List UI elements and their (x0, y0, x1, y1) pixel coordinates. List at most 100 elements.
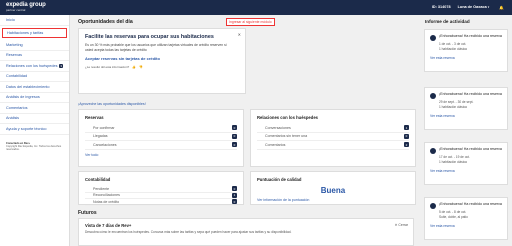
brand-subtitle: partner central (6, 8, 26, 12)
sidebar-item-label: Contabilidad (6, 74, 28, 79)
sidebar-item-label: Análisis de ingresos (6, 95, 40, 100)
view-booking-link[interactable]: Ver esta reserva (430, 169, 502, 173)
table-row[interactable]: Por confirmar 0 (85, 124, 237, 133)
activity-title: Informe de actividad (425, 19, 470, 24)
row-label: Reconciliaciones (93, 193, 120, 198)
activity-room: 1 habitación clásica (439, 47, 467, 51)
promo-card: ✕ Facilite las reservas para ocupar sus … (78, 28, 246, 94)
feedback-question: ¿Le resultó útil esta información? (85, 65, 130, 70)
count-badge: 1 (404, 125, 409, 131)
thumbs-up-icon[interactable]: 👍 (132, 65, 136, 69)
row-label: Llegadas (93, 134, 108, 139)
sidebar-item-label: Análisis (6, 116, 20, 121)
activity-dates: 17 de oct. - 19 de oct. (439, 155, 470, 159)
activity-item: ¡Enhorabuena! Ha recibido una reserva 5 … (424, 197, 508, 240)
close-button[interactable]: ✕ Cerrar (395, 223, 408, 227)
activity-item-title: ¡Enhorabuena! Ha recibido una reserva (439, 147, 502, 151)
topbar-right: ID: 314078 Luna de Oaxaca ▾ 🔔 (432, 5, 504, 10)
sidebar-item-label: Datos del establecimiento (6, 84, 50, 89)
activity-room: 1 habitación clásica (439, 160, 467, 164)
sidebar: Inicio Habitaciones y tarifas Marketing … (0, 15, 70, 246)
annotation-note: Ingresar al siguiente módulo (226, 18, 275, 26)
row-label: Por confirmar (93, 125, 115, 130)
property-id: ID: 314078 (431, 5, 451, 9)
accept-cards-link[interactable]: Aceptar reservas sin tarjetas de crédito (85, 56, 239, 61)
sidebar-item-label: Relaciones con los huéspedes (6, 63, 58, 68)
row-label: Notas de crédito (93, 199, 120, 204)
close-icon[interactable]: ✕ (238, 32, 241, 37)
score-info-link[interactable]: Ver información de la puntuación (257, 198, 409, 202)
activity-item-title: ¡Enhorabuena! Ha recibido una reserva (439, 202, 502, 206)
activity-room: 1 habitación clásica (439, 105, 467, 109)
property-selector[interactable]: Luna de Oaxaca ▾ (458, 5, 490, 10)
row-label: Cancelaciones (93, 142, 117, 147)
opportunities-link[interactable]: ¡Aproveche las oportunidades disponibles… (78, 102, 146, 106)
row-label: Comentarios (265, 142, 286, 147)
top-bar: expedia group partner central ID: 314078… (0, 0, 512, 15)
activity-dates: 29 de sept. - 30 de sept. (439, 100, 474, 104)
main-content: Oportunidades del día Ingresar al siguie… (70, 15, 420, 246)
sidebar-item-label: Reservas (6, 53, 23, 58)
table-row[interactable]: Cancelaciones 0 (85, 141, 237, 150)
activity-item: ¡Enhorabuena! Ha recibido una reserva 1 … (424, 29, 508, 72)
sidebar-item-relaciones[interactable]: Relaciones con los huéspedes 3 (0, 61, 69, 72)
thumbs-down-icon[interactable]: 👎 (139, 65, 143, 69)
count-badge: 0 (232, 125, 237, 131)
view-booking-link[interactable]: Ver esta reserva (430, 56, 502, 60)
activity-item-title: ¡Enhorabuena! Ha recibido una reserva (439, 92, 502, 96)
contabilidad-card: Contabilidad Pendiente 0 Reconciliaciones… (78, 171, 244, 206)
sidebar-item-ingresos[interactable]: Análisis de ingresos (0, 93, 69, 103)
view-booking-link[interactable]: Ver esta reserva (430, 224, 502, 228)
sidebar-item-inicio[interactable]: Inicio (0, 15, 69, 26)
promo-title: Facilite las reservas para ocupar sus ha… (85, 34, 214, 40)
sidebar-footer: Conectado en Rev+ Copyright Rev Expedia,… (6, 142, 64, 152)
view-all-link[interactable]: Ver todo (85, 153, 237, 157)
promo-text: Es un 30 % más probable que los usuarios… (85, 43, 227, 52)
booking-icon (430, 148, 436, 154)
activity-item: ¡Enhorabuena! Ha recibido una reserva 17… (424, 142, 508, 185)
count-badge: 2 (404, 142, 409, 148)
futuros-title: Vista de 7 días de Rev+ (85, 223, 132, 228)
relaciones-title: Relaciones con los huéspedes (257, 115, 318, 120)
quality-score: Buena (320, 186, 346, 195)
activity-dates: 1 de oct. - 3 de oct. (439, 42, 467, 46)
reservas-title: Reservas (85, 115, 104, 120)
table-row[interactable]: Comentarios sin tener una 0 (257, 133, 409, 141)
sidebar-item-contabilidad[interactable]: Contabilidad (0, 72, 69, 82)
activity-panel: Informe de actividad ¡Enhorabuena! Ha re… (420, 15, 512, 246)
row-label: Comentarios sin tener una (265, 134, 308, 139)
table-row[interactable]: Conversaciones 1 (257, 124, 409, 133)
contabilidad-title: Contabilidad (85, 177, 111, 182)
table-row[interactable]: Comentarios 2 (257, 141, 409, 150)
bell-icon[interactable]: 🔔 (499, 5, 504, 10)
calidad-card: Puntuación de calidad Buena Ver informac… (250, 171, 416, 205)
sidebar-item-analisis[interactable]: Análisis (0, 114, 69, 124)
table-row[interactable]: Notas de crédito 0 (85, 199, 237, 206)
sidebar-item-reservas[interactable]: Reservas (0, 51, 69, 61)
copyright: Copyright Rev Expedia, Inc. Todos los de… (6, 145, 62, 152)
brand-logo[interactable]: expedia group partner central (6, 2, 46, 12)
sidebar-item-habitaciones-tarifas[interactable]: Habitaciones y tarifas (2, 27, 67, 38)
sidebar-item-comentarios[interactable]: Comentarios (0, 103, 69, 114)
count-badge: 0 (404, 133, 409, 139)
relaciones-card: Relaciones con los huéspedes Conversacio… (250, 109, 416, 167)
activity-dates: 5 de oct. - 8 de oct. (439, 210, 467, 214)
count-badge: 0 (232, 186, 237, 192)
calidad-title: Puntuación de calidad (257, 177, 302, 182)
sidebar-item-datos[interactable]: Datos del establecimiento (0, 82, 69, 93)
futuros-text: Descubra cómo le encuentran los huéspede… (85, 230, 292, 234)
table-row[interactable]: Llegadas 0 (85, 133, 237, 141)
sidebar-item-label: Inicio (6, 17, 15, 22)
reservas-card: Reservas Por confirmar 0 Llegadas 0 Cancel… (78, 109, 244, 167)
view-booking-link[interactable]: Ver esta reserva (430, 114, 502, 118)
activity-room: Suite, doble, al patio (439, 215, 468, 219)
sidebar-item-ayuda[interactable]: Ayuda y soporte técnico (0, 124, 69, 135)
booking-icon (430, 93, 436, 99)
row-label: Conversaciones (265, 125, 291, 130)
sidebar-item-label: Habitaciones y tarifas (7, 30, 44, 35)
feedback-row: ¿Le resultó útil esta información? 👍 👎 (85, 65, 239, 69)
booking-icon (430, 35, 436, 41)
row-label: Pendiente (93, 186, 110, 191)
sidebar-item-marketing[interactable]: Marketing (0, 40, 69, 51)
count-badge: 0 (232, 133, 237, 139)
